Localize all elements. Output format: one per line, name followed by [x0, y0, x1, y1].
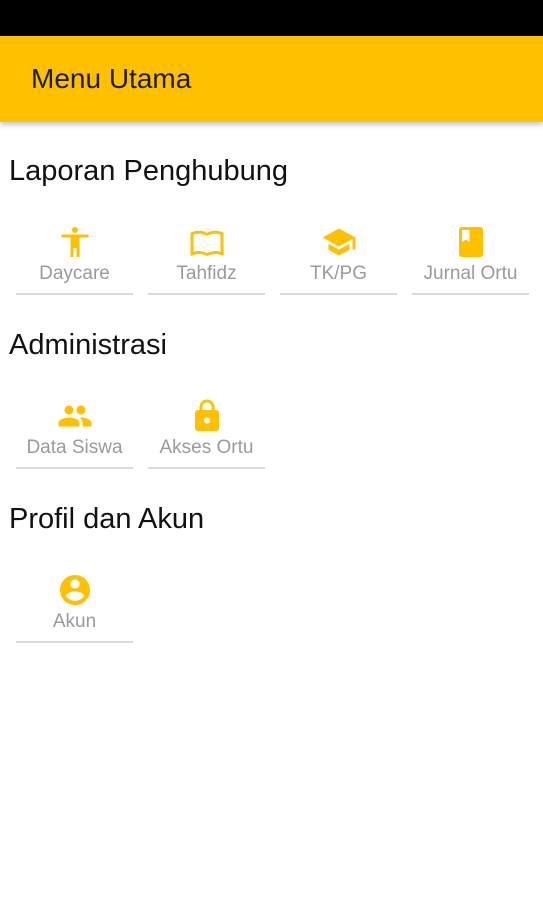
tile-divider	[280, 293, 397, 295]
account-circle-icon	[16, 568, 133, 608]
menu-tile-label: Akses Ortu	[159, 437, 254, 458]
page-title: Menu Utama	[31, 63, 192, 94]
journal-book-icon	[412, 220, 529, 260]
menu-tile-jurnal-ortu[interactable]: Jurnal Ortu	[412, 220, 529, 300]
menu-tile-label: Tahfidz	[176, 263, 237, 284]
lock-icon	[148, 394, 265, 434]
tile-divider	[412, 293, 529, 295]
menu-tile-tahfidz[interactable]: Tahfidz	[148, 220, 265, 300]
section-title-profil-dan-akun: Profil dan Akun	[9, 503, 205, 535]
tile-divider	[148, 467, 265, 469]
main-content: Laporan Penghubung Daycare Tahfidz TK/PG…	[0, 122, 543, 900]
accessibility-icon	[16, 220, 133, 260]
menu-tile-label: Akun	[52, 611, 97, 632]
menu-tile-tk-pg[interactable]: TK/PG	[280, 220, 397, 300]
menu-tile-data-siswa[interactable]: Data Siswa	[16, 394, 133, 474]
menu-tile-daycare[interactable]: Daycare	[16, 220, 133, 300]
menu-tile-label: TK/PG	[309, 263, 367, 284]
app-bar: Menu Utama	[0, 36, 543, 122]
status-bar	[0, 0, 543, 36]
section-title-administrasi: Administrasi	[9, 329, 167, 361]
tile-divider	[16, 293, 133, 295]
menu-tile-label: Data Siswa	[26, 437, 123, 458]
menu-tile-akses-ortu[interactable]: Akses Ortu	[148, 394, 265, 474]
people-icon	[16, 394, 133, 434]
menu-tile-label: Jurnal Ortu	[423, 263, 518, 284]
open-book-icon	[148, 220, 265, 260]
menu-tile-akun[interactable]: Akun	[16, 568, 133, 648]
menu-tile-label: Daycare	[39, 263, 110, 284]
tile-divider	[16, 641, 133, 643]
tile-divider	[148, 293, 265, 295]
tile-divider	[16, 467, 133, 469]
graduation-cap-icon	[280, 220, 397, 260]
section-title-laporan-penghubung: Laporan Penghubung	[9, 155, 288, 187]
